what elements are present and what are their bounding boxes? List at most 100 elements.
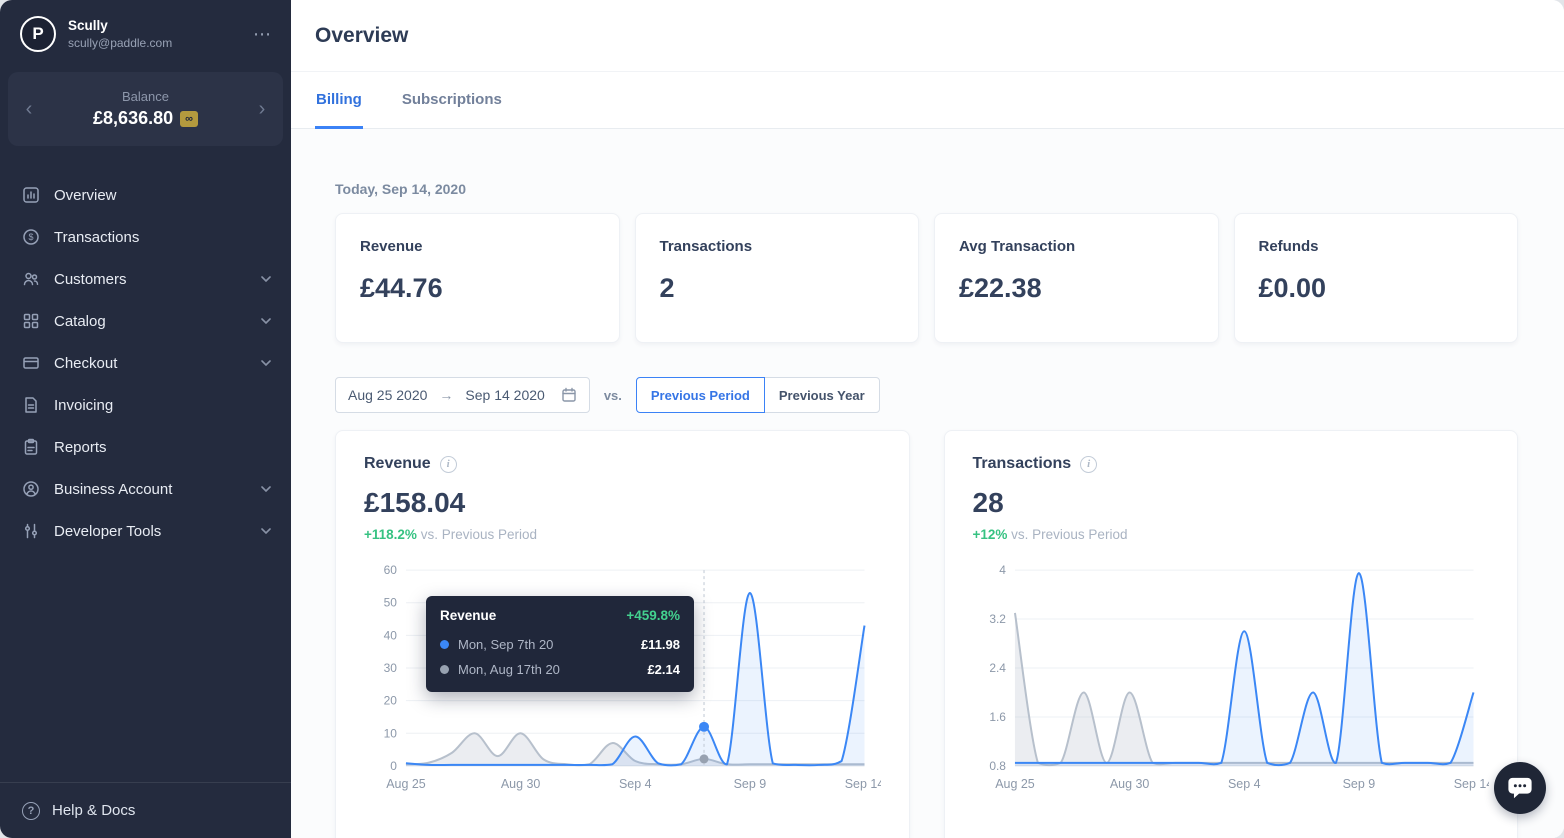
more-options-icon[interactable]: ⋯ <box>253 24 273 45</box>
balance-value: £8,636.80 <box>93 108 173 129</box>
tooltip-row: Mon, Aug 17th 20 £2.14 <box>440 657 680 682</box>
svg-text:0.8: 0.8 <box>989 759 1006 773</box>
svg-text:Sep 4: Sep 4 <box>1227 777 1260 791</box>
sidebar-item-checkout[interactable]: Checkout <box>0 342 291 384</box>
paddle-dashboard: P Scully scully@paddle.com ⋯ ‹ Balance £… <box>0 0 1564 838</box>
sidebar-item-label: Checkout <box>54 355 117 372</box>
chart-total-value: 28 <box>973 487 1490 519</box>
sidebar-item-label: Catalog <box>54 313 106 330</box>
svg-text:Aug 25: Aug 25 <box>386 777 426 791</box>
svg-text:4: 4 <box>999 563 1006 577</box>
sidebar-item-transactions[interactable]: $ Transactions <box>0 216 291 258</box>
svg-text:Aug 25: Aug 25 <box>995 777 1035 791</box>
previous-period-button[interactable]: Previous Period <box>636 377 765 413</box>
customers-icon <box>22 270 40 288</box>
help-icon: ? <box>22 802 40 820</box>
svg-text:Sep 9: Sep 9 <box>734 777 767 791</box>
revenue-chart-card: Revenue i £158.04 +118.2% vs. Previous P… <box>335 430 910 838</box>
sidebar-item-label: Transactions <box>54 229 139 246</box>
stat-card-revenue: Revenue £44.76 <box>335 213 620 343</box>
profile-section: P Scully scully@paddle.com ⋯ <box>0 0 291 64</box>
business-account-icon <box>22 480 40 498</box>
series-dot-icon <box>440 640 449 649</box>
transactions-icon: $ <box>22 228 40 246</box>
currency-badge-icon: ∞ <box>180 111 198 127</box>
arrow-right-icon: → <box>439 387 453 403</box>
chart-total-value: £158.04 <box>364 487 881 519</box>
catalog-icon <box>22 312 40 330</box>
balance-amount: £8,636.80 ∞ <box>38 108 253 129</box>
chevron-down-icon <box>261 276 271 282</box>
help-label: Help & Docs <box>52 802 135 819</box>
sidebar-item-developer-tools[interactable]: Developer Tools <box>0 510 291 552</box>
title-bar: Overview <box>291 0 1564 72</box>
transactions-chart-card: Transactions i 28 +12% vs. Previous Peri… <box>944 430 1519 838</box>
info-icon[interactable]: i <box>1080 456 1097 473</box>
balance-card: ‹ Balance £8,636.80 ∞ › <box>8 72 283 146</box>
tab-billing[interactable]: Billing <box>315 72 363 129</box>
reports-icon <box>22 438 40 456</box>
stat-value: £44.76 <box>360 273 595 304</box>
help-and-docs[interactable]: ? Help & Docs <box>0 782 291 838</box>
main-area: Overview Billing Subscriptions Today, Se… <box>291 0 1564 838</box>
profile-name: Scully <box>68 18 172 34</box>
chevron-left-icon[interactable]: ‹ <box>20 98 38 121</box>
balance-label: Balance <box>38 89 253 104</box>
stat-title: Transactions <box>660 238 895 255</box>
info-icon[interactable]: i <box>440 456 457 473</box>
previous-year-button[interactable]: Previous Year <box>764 377 880 413</box>
svg-text:Aug 30: Aug 30 <box>501 777 541 791</box>
content: Today, Sep 14, 2020 Revenue £44.76 Trans… <box>291 129 1564 838</box>
charts-row: Revenue i £158.04 +118.2% vs. Previous P… <box>335 430 1518 838</box>
chart-title: Revenue <box>364 455 431 473</box>
chevron-down-icon <box>261 360 271 366</box>
svg-text:20: 20 <box>384 694 398 708</box>
sidebar-nav: Overview $ Transactions Customers <box>0 174 291 552</box>
svg-text:Sep 14: Sep 14 <box>1453 777 1489 791</box>
invoicing-icon <box>22 396 40 414</box>
stat-card-refunds: Refunds £0.00 <box>1234 213 1519 343</box>
developer-tools-icon <box>22 522 40 540</box>
calendar-icon[interactable] <box>561 387 577 403</box>
checkout-icon <box>22 354 40 372</box>
vs-label: vs. <box>604 388 622 403</box>
stat-title: Revenue <box>360 238 595 255</box>
tooltip-row-value: £11.98 <box>641 637 680 652</box>
svg-text:1.6: 1.6 <box>989 710 1006 724</box>
date-range-end[interactable]: Sep 14 2020 <box>465 387 544 403</box>
sidebar-item-customers[interactable]: Customers <box>0 258 291 300</box>
sidebar-item-business-account[interactable]: Business Account <box>0 468 291 510</box>
stat-value: 2 <box>660 273 895 304</box>
sidebar-item-invoicing[interactable]: Invoicing <box>0 384 291 426</box>
chart-header: Transactions i <box>973 455 1490 473</box>
sidebar-item-reports[interactable]: Reports <box>0 426 291 468</box>
stat-title: Avg Transaction <box>959 238 1194 255</box>
series-dot-icon <box>440 665 449 674</box>
chat-widget-button[interactable] <box>1494 762 1546 814</box>
change-note: vs. Previous Period <box>1007 527 1127 542</box>
svg-text:50: 50 <box>384 596 398 610</box>
date-range-start[interactable]: Aug 25 2020 <box>348 387 427 403</box>
transactions-line-chart[interactable]: 0.81.62.43.24Aug 25Aug 30Sep 4Sep 9Sep 1… <box>973 558 1490 796</box>
tooltip-header: Revenue +459.8% <box>440 608 680 632</box>
sidebar: P Scully scully@paddle.com ⋯ ‹ Balance £… <box>0 0 291 838</box>
tab-subscriptions[interactable]: Subscriptions <box>401 72 503 129</box>
page-title: Overview <box>315 24 408 48</box>
svg-text:Aug 30: Aug 30 <box>1109 777 1149 791</box>
svg-text:$: $ <box>28 232 33 242</box>
sidebar-item-label: Reports <box>54 439 107 456</box>
sidebar-item-label: Overview <box>54 187 117 204</box>
chevron-right-icon[interactable]: › <box>253 98 271 121</box>
sidebar-item-overview[interactable]: Overview <box>0 174 291 216</box>
sidebar-item-catalog[interactable]: Catalog <box>0 300 291 342</box>
tooltip-row: Mon, Sep 7th 20 £11.98 <box>440 632 680 657</box>
date-range-picker[interactable]: Aug 25 2020 → Sep 14 2020 <box>335 377 590 413</box>
profile-text: Scully scully@paddle.com <box>68 18 172 50</box>
chevron-down-icon <box>261 528 271 534</box>
profile-email: scully@paddle.com <box>68 36 172 50</box>
svg-text:3.2: 3.2 <box>989 612 1006 626</box>
chart-title: Transactions <box>973 455 1072 473</box>
date-heading: Today, Sep 14, 2020 <box>335 181 1518 197</box>
stat-value: £22.38 <box>959 273 1194 304</box>
svg-text:Sep 14: Sep 14 <box>845 777 881 791</box>
